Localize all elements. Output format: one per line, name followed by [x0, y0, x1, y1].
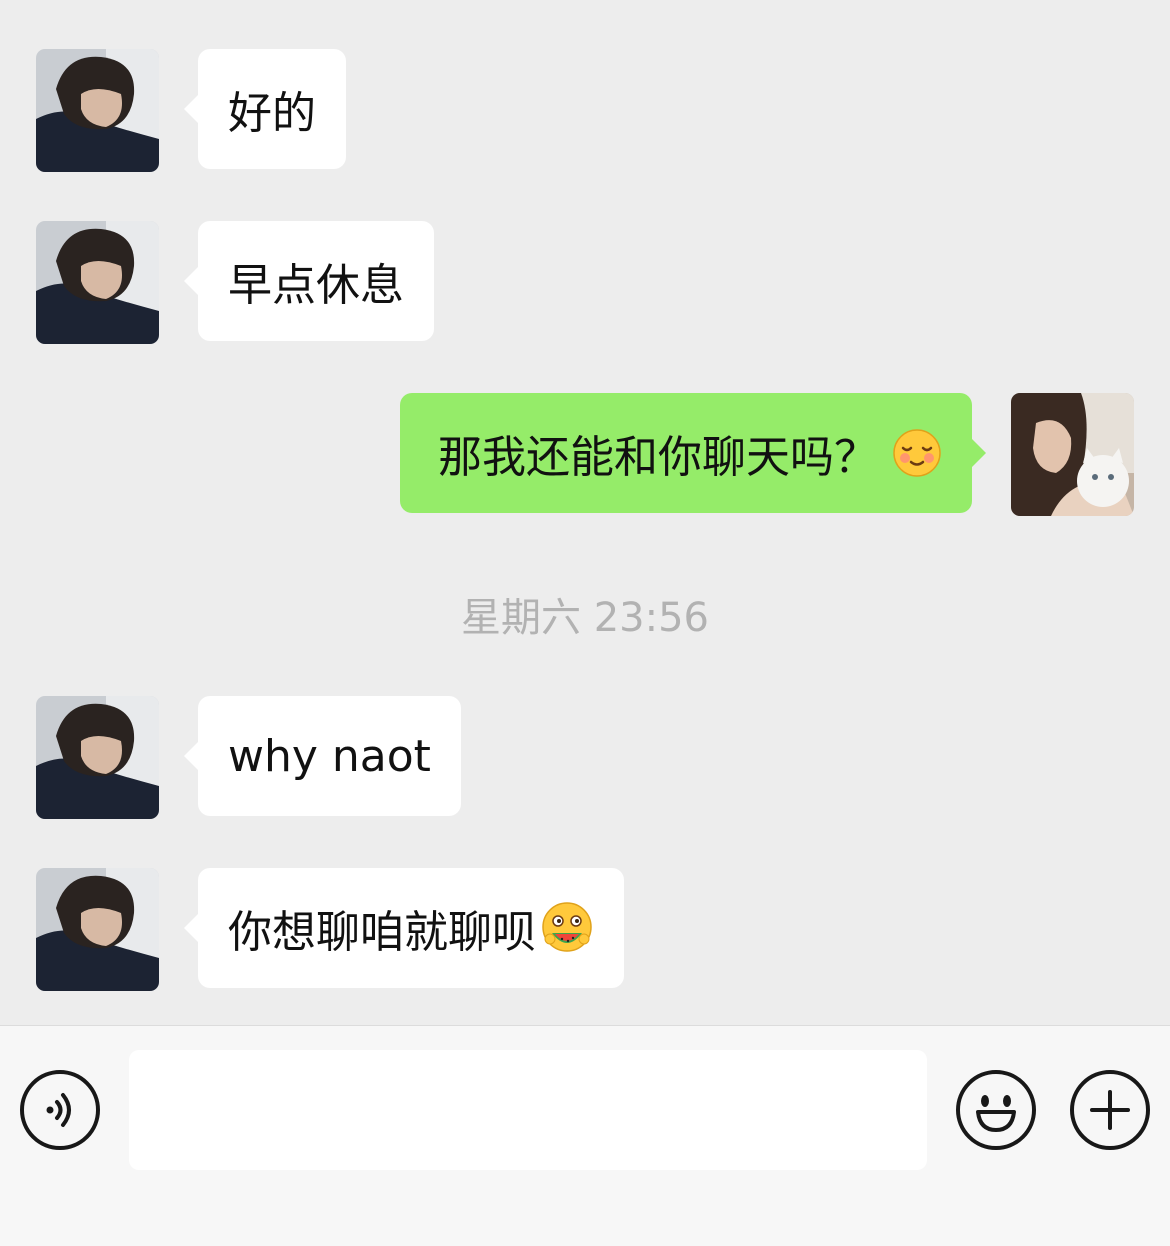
emoji-icon — [976, 1095, 1016, 1132]
chat-area: 好的 早点休息 那我还能和你聊天吗？ 星期六 23:56 why naot 你想… — [0, 0, 1170, 1025]
voice-icon — [46, 1093, 71, 1127]
contact-avatar[interactable] — [36, 221, 159, 344]
more-button[interactable] — [1070, 1070, 1150, 1150]
input-bar — [0, 1025, 1170, 1246]
plus-icon — [1090, 1090, 1130, 1130]
message-bubble-incoming[interactable]: why naot — [184, 696, 461, 816]
emoji-button[interactable] — [956, 1070, 1036, 1150]
message-text: 好的 — [228, 88, 316, 139]
contact-avatar[interactable] — [36, 868, 159, 991]
contact-avatar[interactable] — [36, 49, 159, 172]
message-text: 你想聊咱就聊呗 — [228, 907, 536, 958]
timestamp: 星期六 23:56 — [461, 595, 709, 641]
message-input[interactable] — [129, 1050, 927, 1170]
message-text: why naot — [228, 730, 431, 782]
voice-button[interactable] — [20, 1070, 100, 1150]
message-bubble-outgoing[interactable]: 那我还能和你聊天吗？ — [400, 393, 986, 513]
eating-watermelon-emoji-icon — [540, 901, 594, 955]
message-bubble-incoming[interactable]: 你想聊咱就聊呗 — [184, 868, 624, 988]
contact-avatar[interactable] — [36, 696, 159, 819]
message-text: 那我还能和你聊天吗？ — [438, 432, 878, 483]
my-avatar[interactable] — [1011, 393, 1134, 516]
message-bubble-incoming[interactable]: 早点休息 — [184, 221, 434, 341]
message-bubble-incoming[interactable]: 好的 — [184, 49, 346, 169]
message-text: 早点休息 — [228, 260, 404, 311]
shy-smile-emoji-icon — [892, 428, 942, 478]
